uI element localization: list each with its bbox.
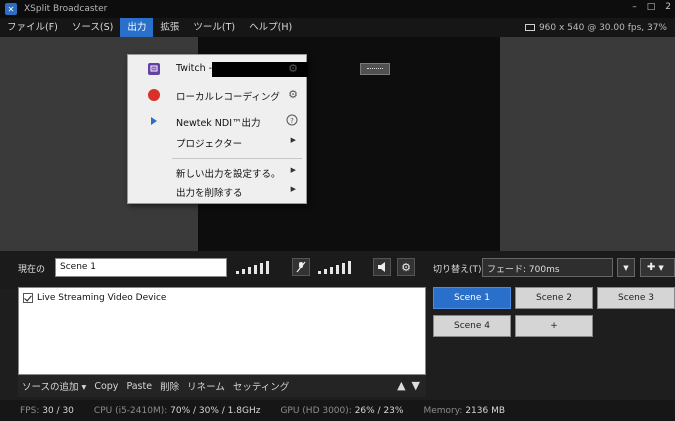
twitch-gear-icon[interactable]: ⚙ [288,62,298,75]
local-recording-label: ローカルレコーディング [176,92,280,103]
scene-button-4[interactable]: Scene 4 [433,315,511,337]
submenu-arrow-icon: ▶ [290,185,296,193]
new-output-label: 新しい出力を設定する。 [176,169,281,180]
gpu-status: GPU (HD 3000): 26% / 23% [280,405,404,416]
source-order-controls: ▲ ▼ [397,379,420,392]
menu-item-delete-output[interactable]: 出力を削除する ▶ [128,181,306,201]
ndi-label: Newtek NDI™出力 [176,118,261,129]
twitch-label: Twitch - [176,63,213,74]
projector-label: プロジェクター [176,139,243,150]
menu-tools[interactable]: ツール(T) [186,18,242,37]
audio-level-meter [236,260,284,274]
minimize-button[interactable]: – [632,2,637,12]
menu-divider [172,158,302,159]
submenu-arrow-icon: ▶ [290,136,296,144]
scene-control-bar: 現在の Scene 1 ⚙ 切り替え(T) フェード: 700ms ▼ ✚ ▼ [0,251,675,289]
settings-button[interactable]: セッティング [229,379,293,393]
resolution-indicator[interactable]: 960 x 540 @ 30.00 fps, 37% [524,18,667,37]
maximize-button[interactable]: □ [647,2,656,12]
menu-item-projector[interactable]: プロジェクター ▶ [128,132,306,152]
svg-text:?: ? [290,117,294,125]
memory-status: Memory: 2136 MB [423,405,506,416]
chevron-down-icon: ▼ [658,263,664,272]
speaker-level-meter [318,260,366,274]
menu-file[interactable]: ファイル(F) [0,18,65,37]
menu-item-ndi[interactable]: Newtek NDI™出力 ? [128,111,306,131]
title-bar: ✕ XSplit Broadcaster – □ 2 [0,0,675,18]
sources-toolbar: ソースの追加 ▾ Copy Paste 削除 リネーム セッティング ▲ ▼ [18,375,426,397]
monitor-icon [524,24,535,31]
speaker-icon[interactable] [373,258,391,276]
source-visibility-checkbox[interactable] [23,293,33,303]
transition-select[interactable]: フェード: 700ms [482,258,613,277]
menu-output[interactable]: 出力 [120,18,154,37]
source-item[interactable]: Live Streaming Video Device [23,293,166,303]
window-title: XSplit Broadcaster [24,4,108,14]
transition-pin-icon: ✚ [647,262,656,273]
sources-list: Live Streaming Video Device [18,287,426,375]
output-dropdown-menu: Twitch - ⚙ ローカルレコーディング ⚙ Newtek NDI™出力 ?… [127,54,308,204]
scene-name-input[interactable]: Scene 1 [55,258,227,277]
submenu-arrow-icon: ▶ [290,166,296,174]
menu-item-twitch[interactable]: Twitch - ⚙ [128,59,308,79]
resolution-text: 960 x 540 @ 30.00 fps, 37% [538,22,667,33]
paste-button[interactable]: Paste [122,381,156,392]
transition-options-button[interactable]: ✚ ▼ [640,258,675,277]
scene-button-1[interactable]: Scene 1 [433,287,511,309]
move-up-icon[interactable]: ▲ [397,379,405,392]
source-drag-handle[interactable] [360,63,390,75]
preview-area [0,37,675,251]
scene-grid: Scene 1 Scene 2 Scene 3 Scene 4 + [433,287,675,397]
transition-dropdown-arrow-icon[interactable]: ▼ [617,258,635,277]
scene-button-2[interactable]: Scene 2 [515,287,593,309]
move-down-icon[interactable]: ▼ [412,379,420,392]
delete-button[interactable]: 削除 [156,379,183,393]
rename-button[interactable]: リネーム [183,379,229,393]
audio-settings-gear-icon[interactable]: ⚙ [397,258,415,276]
ndi-icon [148,115,160,127]
mic-mute-icon[interactable] [292,258,310,276]
add-source-button[interactable]: ソースの追加 ▾ [18,379,90,393]
local-recording-gear-icon[interactable]: ⚙ [288,88,298,101]
cpu-status: CPU (i5-2410M): 70% / 30% / 1.8GHz [93,405,261,416]
menu-item-new-output[interactable]: 新しい出力を設定する。 ▶ [128,162,306,182]
current-scene-label: 現在の [18,265,46,275]
menu-item-local-recording[interactable]: ローカルレコーディング ⚙ [128,85,306,105]
delete-output-label: 出力を削除する [176,188,243,199]
help-icon[interactable]: ? [286,114,298,129]
add-scene-button[interactable]: + [515,315,593,337]
menu-bar: ファイル(F) ソース(S) 出力 拡張 ツール(T) ヘルプ(H) 960 x… [0,18,675,37]
copy-button[interactable]: Copy [90,381,122,392]
record-icon [148,89,160,101]
menu-source[interactable]: ソース(S) [65,18,120,37]
status-bar: FPS: 30 / 30 CPU (i5-2410M): 70% / 30% /… [0,400,675,421]
menu-help[interactable]: ヘルプ(H) [242,18,299,37]
window-controls: – □ 2 [632,2,671,12]
transition-label: 切り替え(T) [433,265,482,275]
fps-status: FPS: 30 / 30 [20,405,74,416]
twitch-icon [148,63,160,75]
source-item-label: Live Streaming Video Device [37,293,167,303]
menu-extensions[interactable]: 拡張 [153,18,186,37]
close-button[interactable]: 2 [665,2,671,12]
scene-button-3[interactable]: Scene 3 [597,287,675,309]
xsplit-logo-icon: ✕ [5,3,17,15]
